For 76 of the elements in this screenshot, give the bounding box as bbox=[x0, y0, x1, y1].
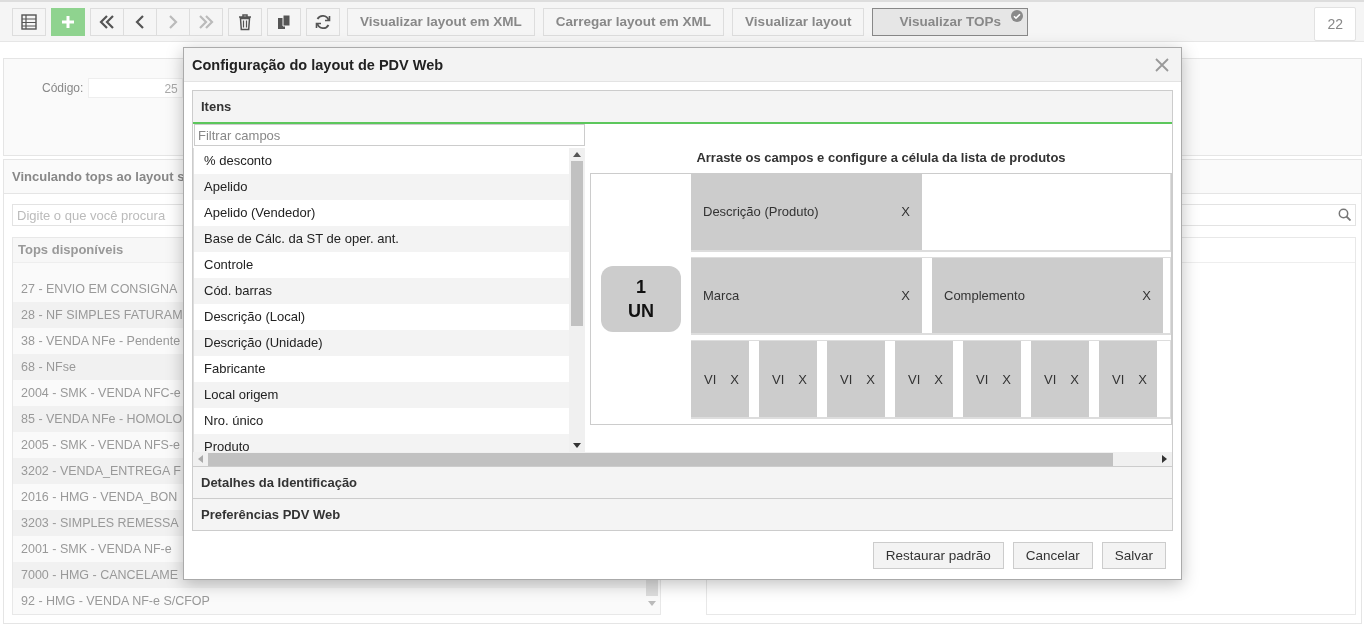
arrow-up-icon bbox=[573, 152, 581, 157]
cell-label: Marca bbox=[703, 288, 740, 303]
field-cell[interactable]: Marca X bbox=[691, 257, 922, 334]
filter-field[interactable]: Filtrar campos bbox=[194, 124, 585, 146]
field-item[interactable]: Local origem bbox=[194, 382, 569, 408]
scrollbar[interactable] bbox=[569, 148, 585, 452]
field-cell[interactable]: VI X bbox=[895, 341, 953, 417]
field-item[interactable]: Fabricante bbox=[194, 356, 569, 382]
field-label: Código: bbox=[42, 81, 84, 95]
double-chevron-left-icon bbox=[98, 12, 116, 31]
field-item[interactable]: Apelido bbox=[194, 174, 569, 200]
cell-label: VI bbox=[976, 371, 989, 387]
cell-label: VI bbox=[1044, 371, 1057, 387]
field-cell[interactable]: VI X bbox=[827, 341, 885, 417]
accordion-header[interactable]: Detalhes da Identificação bbox=[193, 466, 1172, 498]
field-cell[interactable]: VI X bbox=[1031, 341, 1089, 417]
remove-button[interactable]: X bbox=[934, 371, 943, 387]
arrow-down-icon bbox=[573, 443, 581, 448]
dialog-button[interactable]: Cancelar bbox=[1012, 542, 1093, 569]
list-icon bbox=[20, 12, 38, 31]
dialog-button[interactable]: Salvar bbox=[1101, 542, 1166, 569]
scrollbar[interactable] bbox=[193, 452, 1172, 466]
field-item[interactable]: Nro. único bbox=[194, 408, 569, 434]
cell-label: Complemento bbox=[944, 288, 1025, 303]
double-chevron-right-icon bbox=[197, 12, 215, 31]
arrow-left-icon bbox=[198, 455, 203, 463]
remove-button[interactable]: X bbox=[730, 371, 739, 387]
cell-label: VI bbox=[840, 371, 853, 387]
search-icon bbox=[1338, 208, 1351, 221]
check-badge-icon bbox=[1010, 9, 1023, 22]
field-cell[interactable]: VI X bbox=[963, 341, 1021, 417]
quantity-number: 1 bbox=[636, 276, 646, 299]
refresh-button[interactable] bbox=[306, 7, 340, 36]
double-chevron-left-button[interactable] bbox=[90, 7, 124, 36]
dialog-title: Configuração do layout de PDV Web bbox=[192, 56, 444, 73]
unit-label: UN bbox=[628, 300, 654, 323]
list-button[interactable] bbox=[12, 7, 46, 36]
cell-label: VI bbox=[908, 371, 921, 387]
dialog-button[interactable]: Restaurar padrão bbox=[872, 542, 1004, 569]
field-cell[interactable]: VI X bbox=[1099, 341, 1157, 417]
field-cell[interactable]: Complemento X bbox=[932, 257, 1163, 334]
close-button[interactable] bbox=[1155, 57, 1169, 72]
field-item[interactable]: Cód. barras bbox=[194, 278, 569, 304]
trash-icon bbox=[236, 12, 254, 31]
cell-label: VI bbox=[1112, 371, 1125, 387]
close-icon bbox=[1155, 57, 1169, 72]
field-cell[interactable]: Descrição (Produto) X bbox=[691, 174, 922, 250]
remove-button[interactable]: X bbox=[1002, 371, 1011, 387]
cell-label: Descrição (Produto) bbox=[703, 204, 819, 220]
copy-icon bbox=[275, 12, 293, 31]
remove-button[interactable]: X bbox=[901, 204, 910, 220]
copy-button[interactable] bbox=[267, 7, 301, 36]
remove-button[interactable]: X bbox=[1070, 371, 1079, 387]
plus-button[interactable] bbox=[51, 7, 85, 36]
field-item[interactable]: Descrição (Local) bbox=[194, 304, 569, 330]
accordion-header[interactable]: Itens bbox=[193, 91, 1172, 124]
counter-bubble: 22 bbox=[1314, 6, 1356, 41]
remove-button[interactable]: X bbox=[866, 371, 875, 387]
trash-button[interactable] bbox=[228, 7, 262, 36]
arrow-down-icon bbox=[648, 601, 656, 606]
refresh-icon bbox=[314, 12, 332, 31]
chevron-left-button[interactable] bbox=[123, 7, 157, 36]
arrow-right-icon bbox=[1162, 455, 1167, 463]
remove-button[interactable]: X bbox=[1138, 371, 1147, 387]
cell-label: VI bbox=[704, 371, 717, 387]
field-item[interactable]: Descrição (Unidade) bbox=[194, 330, 569, 356]
field-item[interactable]: Base de Cálc. da ST de oper. ant. bbox=[194, 226, 569, 252]
field-cell[interactable]: VI X bbox=[691, 341, 749, 417]
remove-button[interactable]: X bbox=[1142, 288, 1151, 303]
remove-button[interactable]: X bbox=[901, 288, 910, 303]
cell-label: VI bbox=[772, 371, 785, 387]
field-cell[interactable]: VI X bbox=[759, 341, 817, 417]
field-item[interactable]: Produto bbox=[194, 434, 569, 452]
field-item[interactable]: Apelido (Vendedor) bbox=[194, 200, 569, 226]
remove-button[interactable]: X bbox=[798, 371, 807, 387]
accordion-header[interactable]: Preferências PDV Web bbox=[193, 498, 1172, 530]
